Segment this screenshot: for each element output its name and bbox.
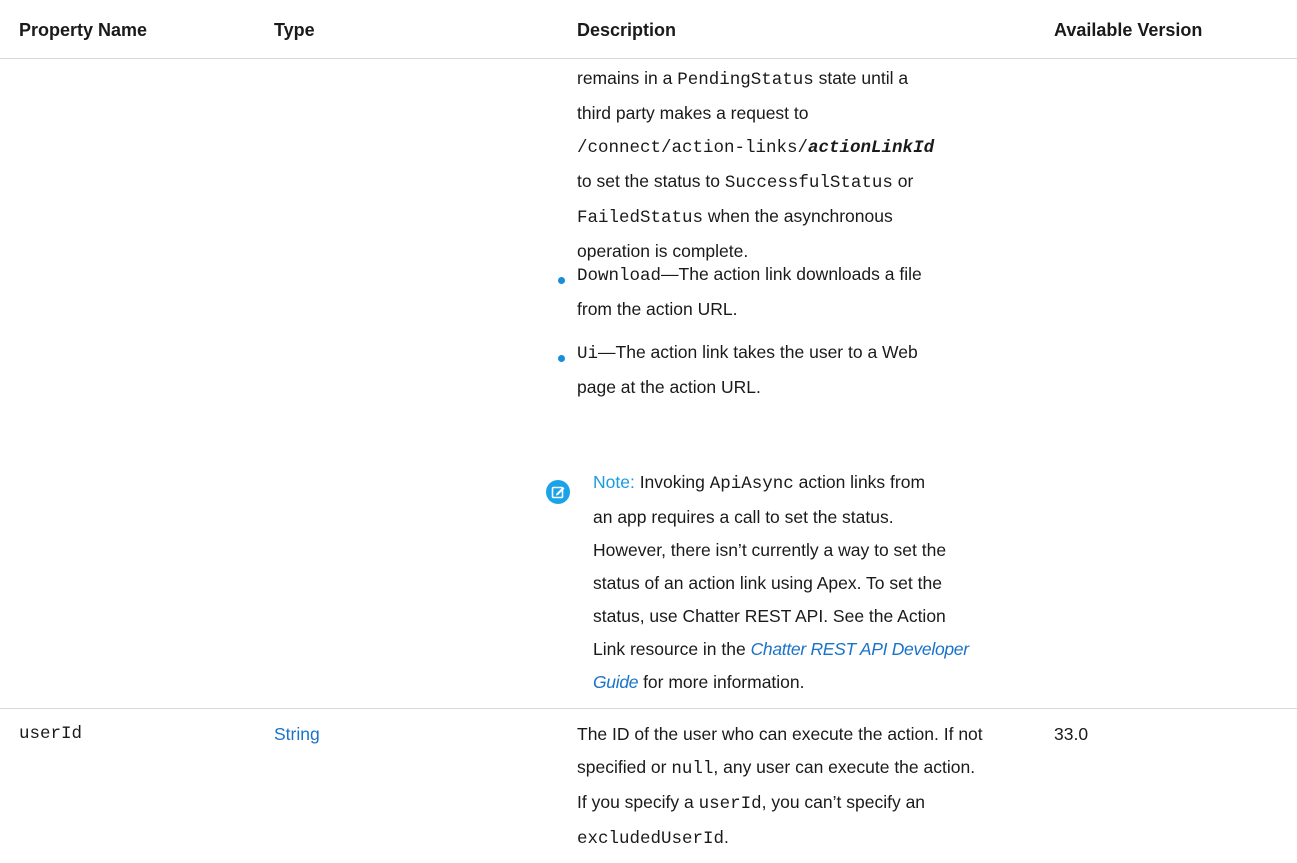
code-null: null [671,759,714,779]
code-successful-status: SuccessfulStatus [724,173,893,193]
code-endpoint: /connect/action-links/ [577,138,809,158]
code-api-async: ApiAsync [709,474,794,494]
header-property-name: Property Name [19,20,148,40]
header-type: Type [274,20,315,40]
header-description: Description [577,20,677,40]
table-header: Property Name Type Description Available… [0,0,1297,59]
header-available-version: Available Version [1054,20,1203,40]
description-userid: The ID of the user who can execute the a… [577,724,983,849]
code-download: Download [577,266,662,286]
bullet-dot [558,355,565,362]
note-label: Note: [593,472,635,492]
code-variable: actionLinkId [808,138,935,158]
chatter-guide-link-cont[interactable]: Guide [593,672,639,692]
code-excluded-userid: excludedUserId [577,829,725,849]
list-item-ui: Ui—The action link takes the user to a W… [577,342,918,397]
code-userid: userId [698,794,762,814]
list-item-download: Download—The action link downloads a fil… [577,264,922,319]
note-edit-icon [546,480,570,504]
chatter-guide-link[interactable]: Chatter REST API Developer [751,639,969,659]
code-ui: Ui [577,344,599,364]
available-version: 33.0 [1054,724,1089,744]
description-paragraph: remains in a PendingStatus state until a… [577,68,935,261]
property-name-userid: userId [19,724,83,744]
note-block: Note: Invoking ApiAsync action links fro… [593,472,969,692]
row-divider [0,708,1297,709]
code-failed-status: FailedStatus [577,208,704,228]
bullet-dot [558,277,565,284]
code-pending-status: PendingStatus [677,70,814,90]
type-link-string[interactable]: String [274,718,320,751]
